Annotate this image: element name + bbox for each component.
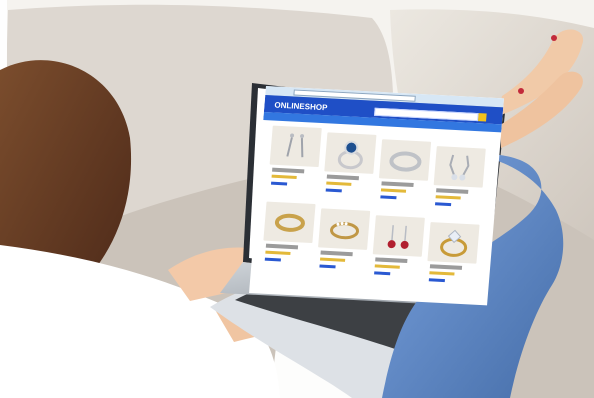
woman-shopping-laptop-photo	[0, 0, 594, 398]
photo-scene: ONLINESHOP	[0, 0, 594, 398]
toenail-polish-1	[551, 35, 557, 41]
laptop-screen-display	[249, 88, 502, 287]
toenail-polish-2	[518, 88, 524, 94]
